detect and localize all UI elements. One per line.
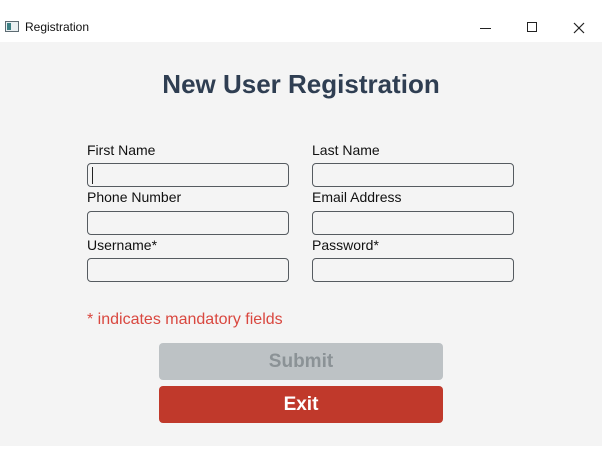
- page-title: New User Registration: [162, 69, 440, 99]
- submit-button[interactable]: Submit: [159, 343, 443, 380]
- email-address-label: Email Address: [312, 189, 402, 205]
- mandatory-fields-note: * indicates mandatory fields: [87, 311, 283, 328]
- phone-number-field[interactable]: [87, 211, 289, 235]
- minimize-button[interactable]: [462, 12, 508, 42]
- window-title: Registration: [25, 20, 90, 34]
- first-name-label: First Name: [87, 142, 156, 158]
- phone-number-label: Phone Number: [87, 189, 182, 205]
- username-field[interactable]: [87, 258, 289, 282]
- title-bar[interactable]: Registration: [0, 0, 602, 42]
- app-window-icon: [5, 21, 19, 32]
- password-label: Password*: [312, 237, 379, 253]
- maximize-button[interactable]: [509, 12, 555, 42]
- first-name-field[interactable]: [87, 163, 289, 187]
- registration-window: Registration New User Registration First…: [0, 0, 602, 446]
- exit-button[interactable]: Exit: [159, 386, 443, 423]
- close-icon: [573, 22, 585, 34]
- last-name-field[interactable]: [312, 163, 514, 187]
- minimize-icon: [480, 28, 491, 29]
- close-button[interactable]: [556, 12, 602, 42]
- email-address-field[interactable]: [312, 211, 514, 235]
- text-caret: [92, 167, 93, 184]
- username-label: Username*: [87, 237, 158, 253]
- last-name-label: Last Name: [312, 142, 380, 158]
- maximize-icon: [527, 22, 537, 32]
- password-field[interactable]: [312, 258, 514, 282]
